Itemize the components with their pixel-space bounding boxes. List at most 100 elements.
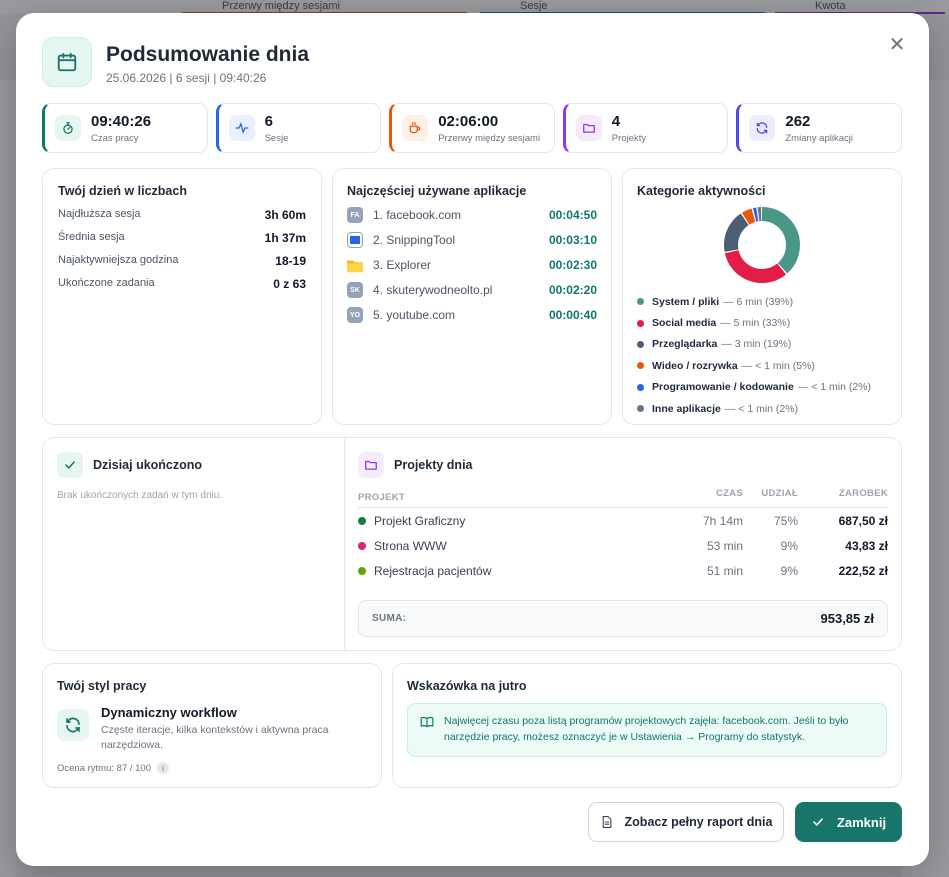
- metric-value: 18-19: [275, 254, 306, 268]
- divider: [344, 438, 345, 650]
- sum-value: 953,85 zł: [820, 611, 875, 626]
- check-icon: [813, 818, 823, 827]
- day-numbers-card: Twój dzień w liczbach Najdłuższa sesja 3h…: [42, 168, 322, 425]
- category-color-dot: [637, 383, 644, 391]
- close-label: Zamknij: [836, 814, 887, 830]
- day-summary-dialog: ✕ Podsumowanie dnia 25.06.2026 | 6 sesji…: [16, 13, 929, 866]
- work-style-description: Częste iteracje, kilka kontekstów i akty…: [101, 724, 329, 751]
- table-row[interactable]: Projekt Graficzny 7h 14m 75% 687,50 zł: [358, 508, 888, 533]
- app-row: 2. SnippingTool 00:03:10: [347, 232, 597, 248]
- category-donut-chart: [723, 206, 801, 284]
- category-detail: — 6 min (39%): [723, 295, 794, 308]
- metric-value: 0 z 63: [273, 277, 306, 291]
- category-legend-item: Przeglądarka — 3 min (19%): [637, 334, 871, 355]
- work-style-card: Twój styl pracy Dynamiczny workflow Częs…: [42, 663, 382, 788]
- sum-label: SUMA:: [372, 613, 407, 624]
- refresh-icon: [57, 709, 89, 741]
- metric-row: Ukończone zadania 0 z 63: [58, 277, 306, 291]
- project-time: 53 min: [706, 538, 743, 553]
- projects-table: PROJEKT CZAS UDZIAŁ ZAROBEK Projekt Graf…: [358, 488, 888, 583]
- close-icon[interactable]: ✕: [887, 35, 907, 55]
- rhythm-score-text: Ocena rytmu: 87 / 100: [57, 762, 151, 774]
- category-legend: System / pliki — 6 min (39%) Social media —…: [637, 291, 871, 419]
- column-header: PROJEKT: [358, 492, 405, 503]
- stat-value: 4: [611, 112, 621, 130]
- app-name: 5. youtube.com: [373, 308, 456, 322]
- card-title: Kategorie aktywności: [637, 184, 766, 198]
- category-legend-item: System / pliki — 6 min (39%): [637, 291, 871, 312]
- stat-label: Przerwy między sesjami: [438, 132, 541, 144]
- table-header: PROJEKT CZAS UDZIAŁ ZAROBEK: [358, 488, 888, 508]
- project-color-dot: [358, 516, 366, 525]
- category-detail: — < 1 min (2%): [797, 381, 872, 394]
- stats-row: 09:40:26 Czas pracy 6 Sesje 02:06:00 Przerw…: [42, 103, 902, 153]
- stat-sessions: 6 Sesje: [215, 103, 382, 153]
- metric-label: Ukończone zadania: [58, 277, 155, 289]
- info-icon[interactable]: i: [157, 762, 169, 774]
- stat-label: Czas pracy: [91, 132, 139, 144]
- folder-icon: [575, 115, 602, 141]
- category-name: Inne aplikacje: [652, 402, 721, 415]
- check-icon: [57, 452, 83, 478]
- app-row: YO 5. youtube.com 00:00:40: [347, 307, 597, 323]
- category-name: Wideo / rozrywka: [652, 359, 738, 372]
- category-detail: — < 1 min (5%): [741, 359, 815, 372]
- categories-card: Kategorie aktywności System / pliki — 6 m…: [622, 168, 902, 425]
- card-title: Twój styl pracy: [57, 679, 147, 693]
- metric-row: Najdłuższa sesja 3h 60m: [58, 208, 306, 222]
- full-report-button[interactable]: Zobacz pełny raport dnia: [588, 802, 784, 842]
- category-detail: — 3 min (19%): [721, 338, 792, 351]
- category-color-dot: [637, 319, 644, 327]
- stat-work-time: 09:40:26 Czas pracy: [42, 103, 208, 153]
- category-legend-item: Inne aplikacje — < 1 min (2%): [637, 398, 871, 419]
- app-time: 00:04:50: [548, 208, 597, 222]
- category-name: Social media: [652, 317, 717, 330]
- card-title: Najczęściej używane aplikacje: [347, 184, 527, 198]
- close-button[interactable]: Zamknij: [795, 802, 902, 842]
- category-color-dot: [637, 298, 644, 306]
- metric-label: Najaktywniejsza godzina: [58, 254, 179, 266]
- category-name: System / pliki: [652, 295, 720, 308]
- project-name: Rejestracja pacjentów: [374, 563, 492, 578]
- full-report-label: Zobacz pełny raport dnia: [624, 815, 773, 829]
- category-color-dot: [637, 362, 644, 370]
- metric-value: 3h 60m: [264, 208, 306, 222]
- table-row[interactable]: Rejestracja pacjentów 51 min 9% 222,52 z…: [358, 558, 888, 583]
- category-color-dot: [637, 340, 644, 348]
- app-time: 00:02:20: [548, 283, 597, 297]
- stat-label: Projekty: [611, 132, 647, 144]
- project-earnings: 222,52 zł: [838, 563, 888, 578]
- explorer-folder-icon: [347, 257, 363, 273]
- table-row[interactable]: Strona WWW 53 min 9% 43,83 zł: [358, 533, 888, 558]
- category-detail: — 5 min (33%): [720, 317, 791, 330]
- card-title: Twój dzień w liczbach: [58, 184, 187, 198]
- app-row: FA 1. facebook.com 00:04:50: [347, 207, 597, 223]
- projects-title: Projekty dnia: [394, 458, 473, 472]
- card-title: Wskazówka na jutro: [407, 679, 527, 693]
- facebook-icon: FA: [347, 207, 363, 223]
- project-name: Projekt Graficzny: [374, 513, 466, 528]
- stat-app-switches: 262 Zmiany aplikacji: [736, 103, 902, 153]
- app-name: 2. SnippingTool: [373, 233, 456, 247]
- project-earnings: 687,50 zł: [838, 513, 888, 528]
- project-time: 7h 14m: [702, 513, 743, 528]
- tip-card: Wskazówka na jutro Najwięcej czasu poza …: [392, 663, 902, 788]
- youtube-icon: YO: [347, 307, 363, 323]
- tip-text: Najwięcej czasu poza listą programów pro…: [444, 715, 849, 743]
- app-time: 00:03:10: [548, 233, 597, 247]
- stat-value: 02:06:00: [438, 112, 499, 130]
- stat-label: Sesje: [264, 132, 289, 144]
- rhythm-score: Ocena rytmu: 87 / 100 i: [57, 762, 169, 774]
- category-legend-item: Programowanie / kodowanie — < 1 min (2%): [637, 377, 871, 398]
- app-time: 00:00:40: [548, 308, 597, 322]
- column-header: CZAS: [715, 488, 743, 499]
- category-name: Programowanie / kodowanie: [652, 381, 794, 394]
- project-time: 51 min: [706, 563, 743, 578]
- project-earnings: 43,83 zł: [845, 538, 888, 553]
- project-share: 9%: [780, 563, 798, 578]
- project-share: 75%: [773, 513, 798, 528]
- category-name: Przeglądarka: [652, 338, 718, 351]
- category-color-dot: [637, 405, 644, 413]
- document-icon: [602, 816, 611, 828]
- column-header: ZAROBEK: [838, 488, 888, 499]
